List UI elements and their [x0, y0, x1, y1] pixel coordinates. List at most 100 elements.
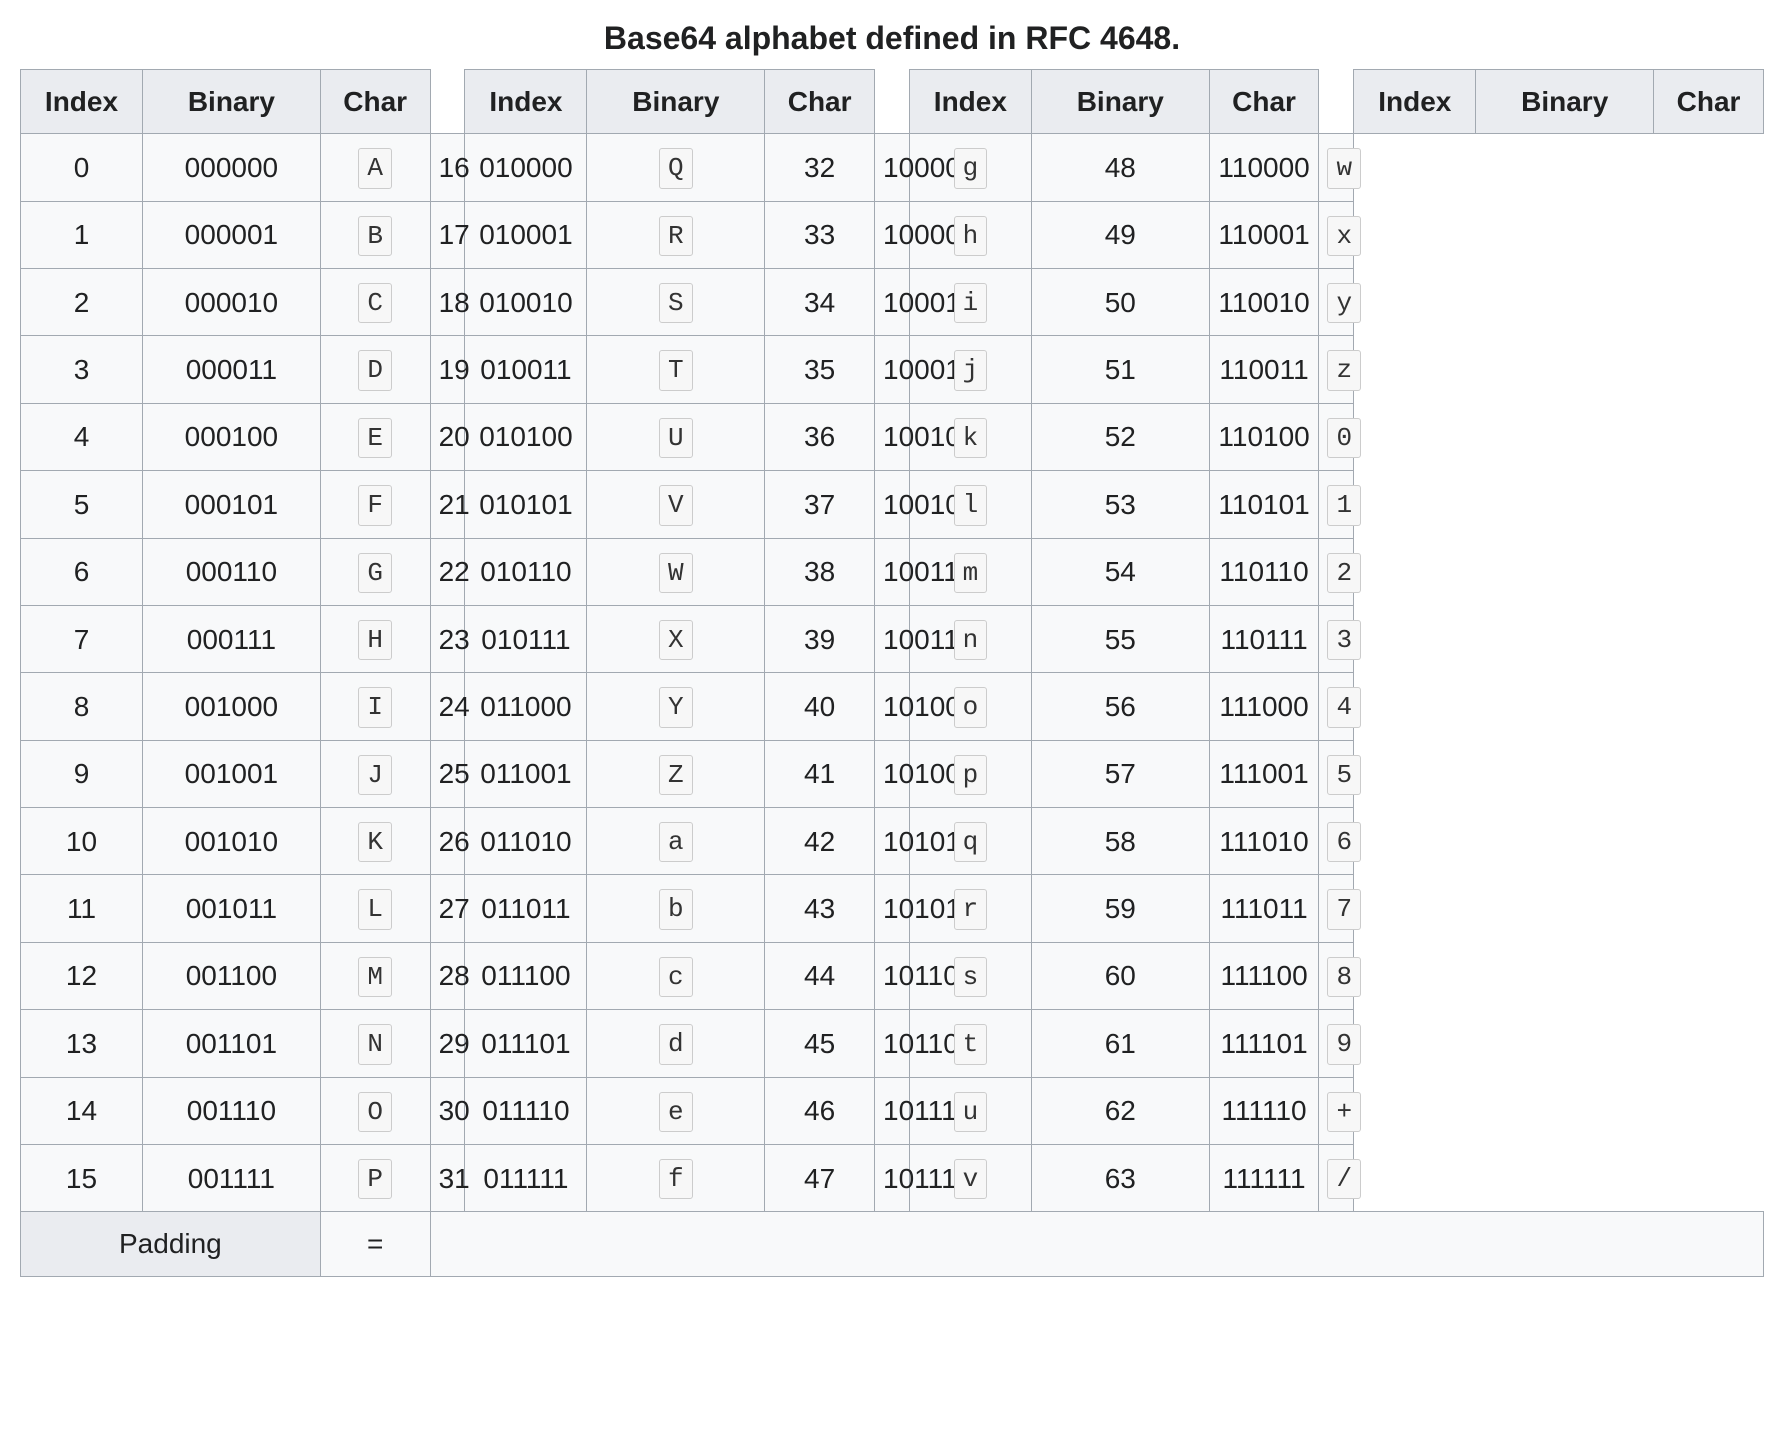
cell-binary: 000001	[143, 201, 321, 268]
char-glyph: L	[358, 889, 392, 929]
char-glyph: H	[358, 620, 392, 660]
cell-index: 54	[1031, 538, 1209, 605]
cell-index: 31	[430, 1145, 465, 1212]
cell-binary: 111101	[1209, 1010, 1319, 1077]
cell-index: 8	[21, 673, 143, 740]
cell-binary: 011100	[465, 942, 587, 1009]
cell-binary: 110100	[1209, 403, 1319, 470]
cell-index: 60	[1031, 942, 1209, 1009]
cell-char: A	[320, 134, 430, 201]
table-row: 9001001J25011001Z41101001p571110015	[21, 740, 1764, 807]
cell-index: 32	[765, 134, 875, 201]
cell-index: 56	[1031, 673, 1209, 740]
col-header-index: Index	[1354, 70, 1476, 134]
char-glyph: f	[659, 1159, 693, 1199]
cell-char: T	[587, 336, 765, 403]
cell-char: 6	[1319, 808, 1354, 875]
char-glyph: 7	[1327, 889, 1361, 929]
cell-char: M	[320, 942, 430, 1009]
cell-binary: 000100	[143, 403, 321, 470]
cell-binary: 101010	[875, 808, 910, 875]
cell-char: /	[1319, 1145, 1354, 1212]
cell-binary: 010101	[465, 471, 587, 538]
char-glyph: y	[1327, 283, 1361, 323]
cell-index: 9	[21, 740, 143, 807]
cell-index: 51	[1031, 336, 1209, 403]
cell-binary: 010111	[465, 605, 587, 672]
char-glyph: 1	[1327, 485, 1361, 525]
cell-binary: 110000	[1209, 134, 1319, 201]
cell-binary: 111011	[1209, 875, 1319, 942]
cell-char: z	[1319, 336, 1354, 403]
cell-index: 62	[1031, 1077, 1209, 1144]
cell-binary: 000010	[143, 268, 321, 335]
cell-index: 58	[1031, 808, 1209, 875]
cell-index: 40	[765, 673, 875, 740]
cell-char: X	[587, 605, 765, 672]
cell-index: 55	[1031, 605, 1209, 672]
cell-index: 24	[430, 673, 465, 740]
table-row: 4000100E20010100U36100100k521101000	[21, 403, 1764, 470]
cell-char: S	[587, 268, 765, 335]
cell-char: F	[320, 471, 430, 538]
cell-char: E	[320, 403, 430, 470]
cell-char: c	[587, 942, 765, 1009]
char-glyph: N	[358, 1024, 392, 1064]
char-glyph: s	[954, 957, 988, 997]
cell-binary: 101000	[875, 673, 910, 740]
cell-binary: 111000	[1209, 673, 1319, 740]
cell-binary: 111010	[1209, 808, 1319, 875]
cell-index: 14	[21, 1077, 143, 1144]
cell-index: 47	[765, 1145, 875, 1212]
cell-index: 45	[765, 1010, 875, 1077]
padding-char: =	[367, 1228, 383, 1259]
cell-index: 19	[430, 336, 465, 403]
cell-index: 18	[430, 268, 465, 335]
cell-binary: 011101	[465, 1010, 587, 1077]
cell-char: f	[587, 1145, 765, 1212]
cell-binary: 001001	[143, 740, 321, 807]
cell-char: 0	[1319, 403, 1354, 470]
cell-char: +	[1319, 1077, 1354, 1144]
cell-binary: 010110	[465, 538, 587, 605]
col-header-binary: Binary	[587, 70, 765, 134]
cell-binary: 001100	[143, 942, 321, 1009]
table-row: 3000011D19010011T35100011j51110011z	[21, 336, 1764, 403]
cell-binary: 100001	[875, 201, 910, 268]
char-glyph: l	[954, 485, 988, 525]
cell-char: D	[320, 336, 430, 403]
cell-binary: 110110	[1209, 538, 1319, 605]
col-header-char: Char	[1654, 70, 1764, 134]
cell-index: 63	[1031, 1145, 1209, 1212]
cell-binary: 100000	[875, 134, 910, 201]
char-glyph: D	[358, 350, 392, 390]
char-glyph: d	[659, 1024, 693, 1064]
cell-binary: 110001	[1209, 201, 1319, 268]
cell-index: 20	[430, 403, 465, 470]
cell-char: x	[1319, 201, 1354, 268]
char-glyph: W	[659, 553, 693, 593]
cell-binary: 100100	[875, 403, 910, 470]
table-row: 8001000I24011000Y40101000o561110004	[21, 673, 1764, 740]
char-glyph: r	[954, 889, 988, 929]
table-caption: Base64 alphabet defined in RFC 4648.	[20, 20, 1764, 57]
cell-index: 2	[21, 268, 143, 335]
table-row: 10001010K26011010a42101010q581110106	[21, 808, 1764, 875]
cell-binary: 101101	[875, 1010, 910, 1077]
cell-binary: 110011	[1209, 336, 1319, 403]
char-glyph: A	[358, 148, 392, 188]
table-row: 7000111H23010111X39100111n551101113	[21, 605, 1764, 672]
cell-char: b	[587, 875, 765, 942]
cell-index: 17	[430, 201, 465, 268]
char-glyph: n	[954, 620, 988, 660]
col-header-index: Index	[465, 70, 587, 134]
cell-binary: 111111	[1209, 1145, 1319, 1212]
col-header-binary: Binary	[143, 70, 321, 134]
cell-char: 4	[1319, 673, 1354, 740]
cell-char: C	[320, 268, 430, 335]
cell-index: 11	[21, 875, 143, 942]
table-row: 5000101F21010101V37100101l531101011	[21, 471, 1764, 538]
cell-char: W	[587, 538, 765, 605]
cell-index: 35	[765, 336, 875, 403]
cell-binary: 010011	[465, 336, 587, 403]
